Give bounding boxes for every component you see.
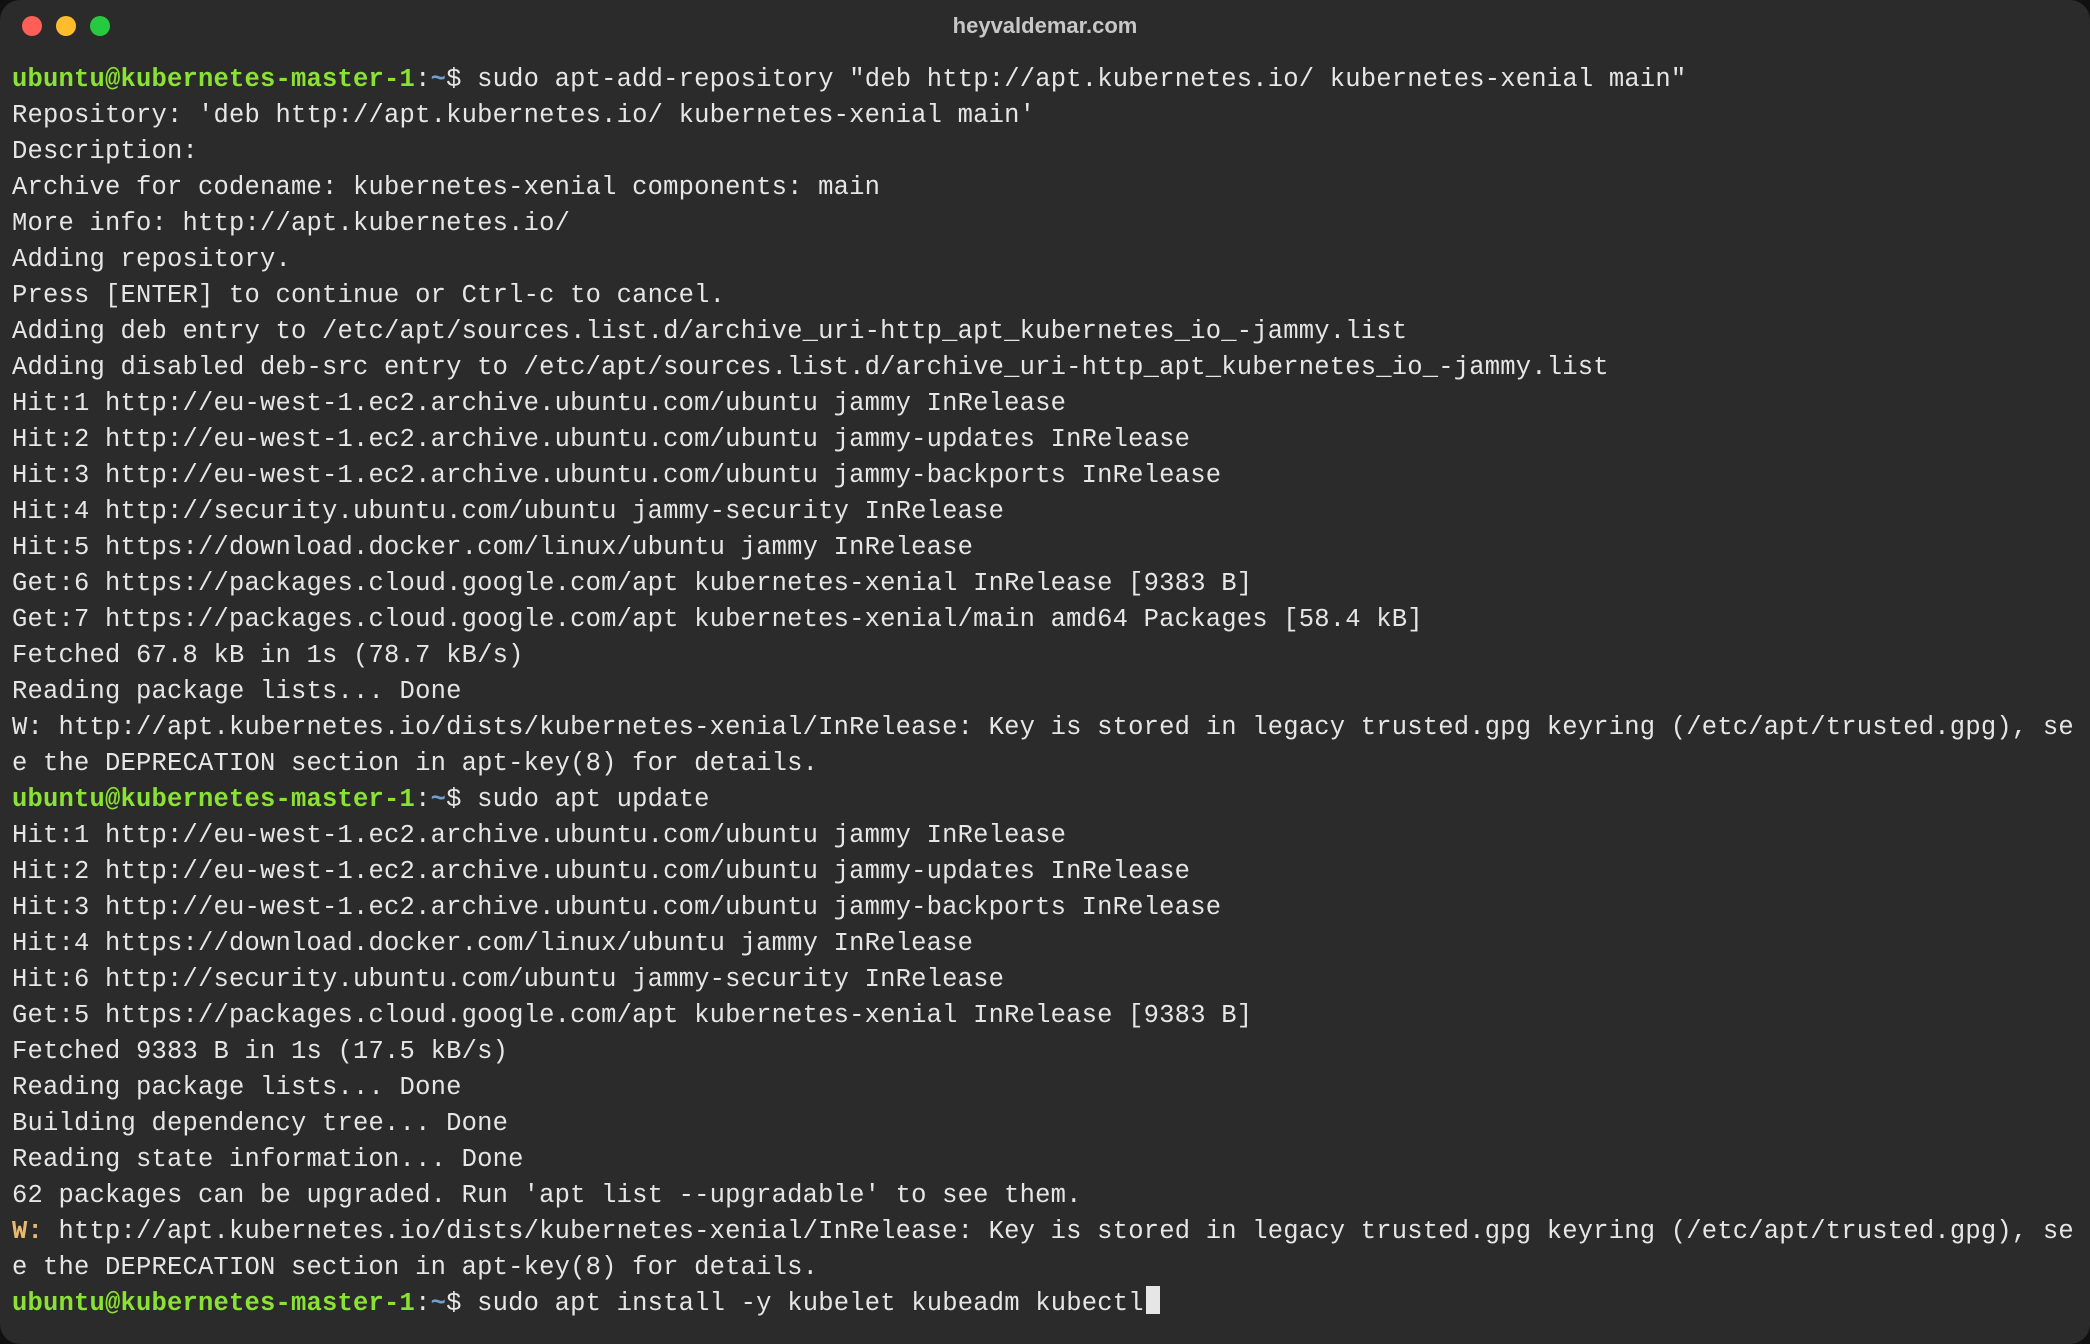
prompt-sep: : <box>415 1289 431 1318</box>
minimize-icon[interactable] <box>56 16 76 36</box>
output-line: W: http://apt.kubernetes.io/dists/kubern… <box>12 713 2074 778</box>
window-title: heyvaldemar.com <box>0 13 2090 39</box>
output-line: 62 packages can be upgraded. Run 'apt li… <box>12 1181 1082 1210</box>
cursor-icon <box>1146 1286 1160 1314</box>
prompt-dollar: $ <box>446 785 462 814</box>
output-line: Fetched 67.8 kB in 1s (78.7 kB/s) <box>12 641 524 670</box>
output-line: Reading package lists... Done <box>12 677 462 706</box>
command-2: sudo apt update <box>477 785 710 814</box>
prompt-user: ubuntu@kubernetes-master-1 <box>12 1289 415 1318</box>
command-3: sudo apt install -y kubelet kubeadm kube… <box>477 1289 1144 1318</box>
zoom-icon[interactable] <box>90 16 110 36</box>
prompt-dollar: $ <box>446 1289 462 1318</box>
prompt-user: ubuntu@kubernetes-master-1 <box>12 785 415 814</box>
prompt-user: ubuntu@kubernetes-master-1 <box>12 65 415 94</box>
prompt-sep: : <box>415 65 431 94</box>
prompt-sep: : <box>415 785 431 814</box>
output-line: Adding repository. <box>12 245 291 274</box>
output-line: Get:7 https://packages.cloud.google.com/… <box>12 605 1423 634</box>
output-line: Hit:4 https://download.docker.com/linux/… <box>12 929 973 958</box>
output-line: Hit:3 http://eu-west-1.ec2.archive.ubunt… <box>12 461 1221 490</box>
prompt-path: ~ <box>431 785 447 814</box>
output-line: Hit:4 http://security.ubuntu.com/ubuntu … <box>12 497 1004 526</box>
prompt-dollar: $ <box>446 65 462 94</box>
output-line: Hit:2 http://eu-west-1.ec2.archive.ubunt… <box>12 857 1190 886</box>
output-line: Press [ENTER] to continue or Ctrl-c to c… <box>12 281 725 310</box>
output-line: Description: <box>12 137 198 166</box>
output-line: Hit:1 http://eu-west-1.ec2.archive.ubunt… <box>12 389 1066 418</box>
terminal-body[interactable]: ubuntu@kubernetes-master-1:~$ sudo apt-a… <box>0 52 2090 1344</box>
output-line: Fetched 9383 B in 1s (17.5 kB/s) <box>12 1037 508 1066</box>
output-line: Reading state information... Done <box>12 1145 524 1174</box>
output-line: Building dependency tree... Done <box>12 1109 508 1138</box>
output-line: Hit:1 http://eu-west-1.ec2.archive.ubunt… <box>12 821 1066 850</box>
prompt-path: ~ <box>431 1289 447 1318</box>
command-1: sudo apt-add-repository "deb http://apt.… <box>477 65 1686 94</box>
warning-prefix: W: <box>12 1217 43 1246</box>
warning-text: http://apt.kubernetes.io/dists/kubernete… <box>12 1217 2074 1282</box>
output-line: Repository: 'deb http://apt.kubernetes.i… <box>12 101 1035 130</box>
prompt-path: ~ <box>431 65 447 94</box>
output-line: Adding deb entry to /etc/apt/sources.lis… <box>12 317 1407 346</box>
output-line: Hit:6 http://security.ubuntu.com/ubuntu … <box>12 965 1004 994</box>
output-line: Hit:2 http://eu-west-1.ec2.archive.ubunt… <box>12 425 1190 454</box>
output-line: Adding disabled deb-src entry to /etc/ap… <box>12 353 1609 382</box>
terminal-window: heyvaldemar.com ubuntu@kubernetes-master… <box>0 0 2090 1344</box>
output-line: Reading package lists... Done <box>12 1073 462 1102</box>
output-line: Hit:5 https://download.docker.com/linux/… <box>12 533 973 562</box>
window-controls <box>22 16 110 36</box>
output-line: Hit:3 http://eu-west-1.ec2.archive.ubunt… <box>12 893 1221 922</box>
titlebar: heyvaldemar.com <box>0 0 2090 52</box>
close-icon[interactable] <box>22 16 42 36</box>
output-line: Get:5 https://packages.cloud.google.com/… <box>12 1001 1252 1030</box>
output-line: Get:6 https://packages.cloud.google.com/… <box>12 569 1252 598</box>
output-line: Archive for codename: kubernetes-xenial … <box>12 173 880 202</box>
output-line: More info: http://apt.kubernetes.io/ <box>12 209 570 238</box>
